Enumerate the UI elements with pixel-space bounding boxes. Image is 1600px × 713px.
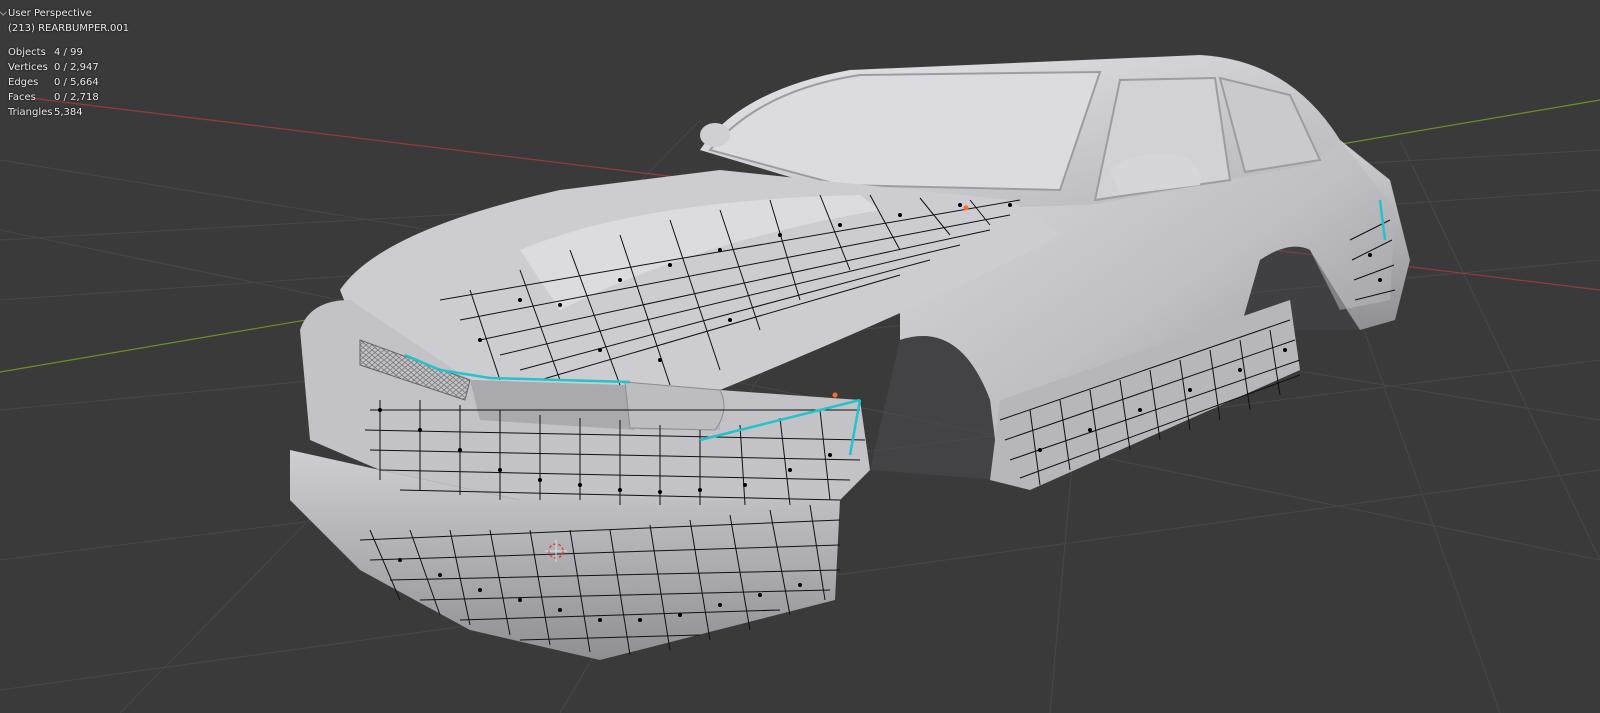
stat-row-edges: Edges 0 / 5,664 [8, 75, 129, 90]
stat-label: Vertices [8, 62, 48, 73]
stat-label: Edges [8, 77, 39, 88]
viewport-text-overlay: User Perspective (213) REARBUMPER.001 Ob… [8, 6, 129, 120]
stat-row-vertices: Vertices 0 / 2,947 [8, 60, 129, 75]
stat-value: 0 / 5,664 [54, 77, 99, 88]
scene-statistics: Objects 4 / 99 Vertices 0 / 2,947 Edges … [8, 45, 129, 120]
stat-label: Objects [8, 47, 46, 58]
stat-row-triangles: Triangles 5,384 [8, 105, 129, 120]
stat-value: 4 / 99 [54, 47, 83, 58]
stat-row-objects: Objects 4 / 99 [8, 45, 129, 60]
viewport-scene[interactable] [0, 0, 1600, 713]
stat-row-faces: Faces 0 / 2,718 [8, 90, 129, 105]
stat-label: Triangles [8, 107, 53, 118]
stat-value: 5,384 [54, 107, 83, 118]
active-object-name: (213) REARBUMPER.001 [8, 23, 130, 34]
3d-viewport[interactable]: User Perspective (213) REARBUMPER.001 Ob… [0, 0, 1600, 713]
view-name: User Perspective [8, 8, 92, 19]
stat-value: 0 / 2,718 [54, 92, 99, 103]
stat-value: 0 / 2,947 [54, 62, 99, 73]
stat-label: Faces [8, 92, 36, 103]
